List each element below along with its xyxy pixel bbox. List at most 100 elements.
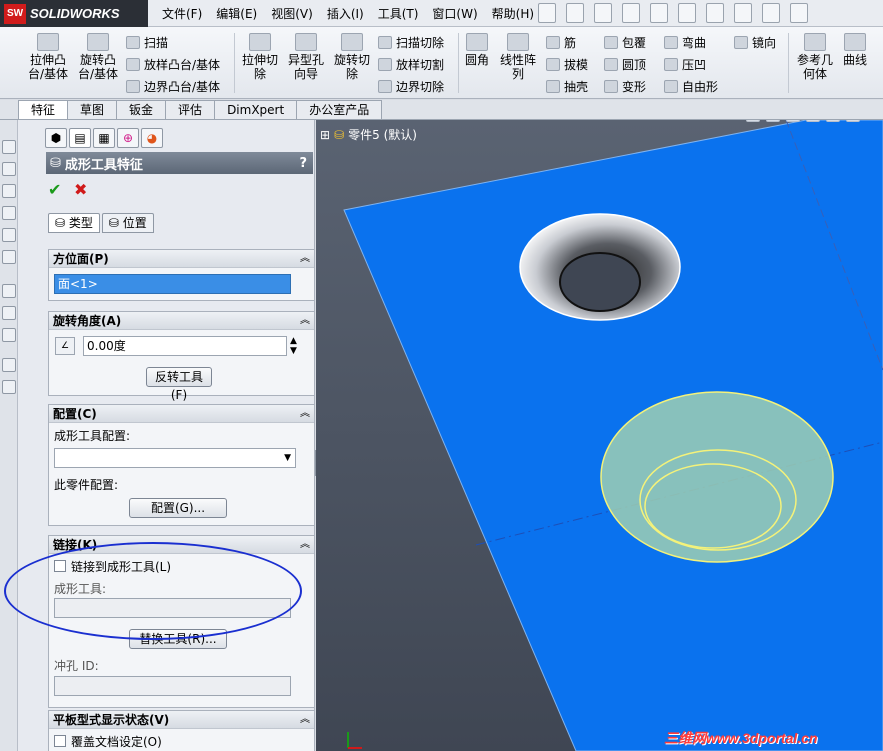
collapse-icon[interactable]: ︽ — [300, 711, 310, 729]
freeform-button[interactable]: 自由形 — [664, 78, 718, 95]
tab-evaluate[interactable]: 评估 — [165, 100, 216, 119]
menu-help[interactable]: 帮助(H) — [485, 5, 541, 22]
menu-tools[interactable]: 工具(T) — [371, 5, 426, 22]
menu-insert[interactable]: 插入(I) — [320, 5, 371, 22]
configure-button[interactable]: 配置(G)... — [129, 498, 227, 518]
graphics-viewport[interactable]: ⊞ ⛁ 零件5 (默认) — [316, 120, 883, 751]
configuration-tab-icon[interactable]: ▦ — [93, 128, 115, 148]
link-to-tool-checkbox[interactable] — [54, 560, 66, 572]
draft-button[interactable]: 拔模 — [546, 56, 588, 73]
loft-cut-button[interactable]: 放样切割 — [378, 56, 444, 73]
ok-button[interactable]: ✔ — [48, 180, 61, 199]
front-view-icon[interactable] — [2, 162, 16, 176]
pin-icon[interactable] — [538, 3, 556, 23]
override-settings-checkbox[interactable] — [54, 735, 66, 747]
sweep-cut-button[interactable]: 扫描切除 — [378, 34, 444, 51]
extrude-boss-button[interactable]: 拉伸凸 台/基体 — [26, 33, 70, 81]
linear-pattern-button[interactable]: 线性阵 列 — [498, 33, 538, 81]
options-icon[interactable] — [790, 3, 808, 23]
tab-office-products[interactable]: 办公室产品 — [296, 100, 383, 119]
collapse-icon[interactable]: ︽ — [300, 312, 310, 330]
save-icon[interactable] — [622, 3, 640, 23]
copy-icon[interactable] — [2, 380, 16, 394]
zoom-area-icon[interactable] — [766, 120, 780, 122]
boundary-boss-button[interactable]: 边界凸台/基体 — [126, 78, 220, 95]
group-header[interactable]: 方位面(P) ︽ — [49, 250, 314, 268]
print-icon[interactable] — [650, 3, 668, 23]
boundary-cut-button[interactable]: 边界切除 — [378, 78, 444, 95]
open-icon[interactable] — [594, 3, 612, 23]
flip-tool-button[interactable]: 反转工具(F) — [146, 367, 212, 402]
rotation-angle-input[interactable]: 0.00度 — [83, 336, 287, 356]
undo-icon[interactable] — [678, 3, 696, 23]
shell-button[interactable]: 抽壳 — [546, 78, 588, 95]
menu-window[interactable]: 窗口(W) — [425, 5, 484, 22]
rib-label: 筋 — [564, 36, 577, 50]
collapse-icon[interactable]: ︽ — [300, 405, 310, 423]
rib-button[interactable]: 筋 — [546, 34, 576, 51]
cancel-button[interactable]: ✖ — [74, 180, 87, 199]
select-icon[interactable] — [706, 3, 724, 23]
layer-icon[interactable] — [2, 358, 16, 372]
iso-view-icon[interactable] — [2, 228, 16, 242]
right-view-icon[interactable] — [2, 206, 16, 220]
group-header[interactable]: 链接(K) ︽ — [49, 536, 314, 554]
smart-dimension-icon[interactable] — [2, 306, 16, 320]
fillet-button[interactable]: 圆角 — [462, 33, 492, 67]
tab-features[interactable]: 特征 — [18, 100, 69, 119]
view-cube-icon[interactable] — [2, 140, 16, 154]
feature-tree-tab-icon[interactable]: ⬢ — [45, 128, 67, 148]
view-orientation-icon[interactable] — [826, 120, 840, 122]
file-properties-icon[interactable] — [762, 3, 780, 23]
tool-config-select[interactable]: ▼ — [54, 448, 296, 468]
angle-spinner[interactable]: ▲ ▼ — [290, 336, 297, 356]
sweep-button[interactable]: 扫描 — [126, 34, 168, 51]
property-manager-tab-icon[interactable]: ▤ — [69, 128, 91, 148]
display-manager-tab-icon[interactable]: ◕ — [141, 128, 163, 148]
group-header[interactable]: 配置(C) ︽ — [49, 405, 314, 423]
dome-button[interactable]: 圆顶 — [604, 56, 646, 73]
new-document-icon[interactable] — [566, 3, 584, 23]
mirror-button[interactable]: 镜向 — [734, 34, 776, 51]
curves-button[interactable]: 曲线 — [840, 33, 870, 67]
display-style-icon[interactable] — [846, 120, 860, 122]
tab-dimxpert[interactable]: DimXpert — [214, 100, 298, 119]
reference-geometry-button[interactable]: 参考几 何体 — [794, 33, 836, 81]
menu-edit[interactable]: 编辑(E) — [209, 5, 264, 22]
wrap-button[interactable]: 包覆 — [604, 34, 646, 51]
expand-icon[interactable]: ⊞ — [320, 128, 330, 142]
menu-view[interactable]: 视图(V) — [264, 5, 320, 22]
tab-type[interactable]: ⛁ 类型 — [48, 213, 100, 233]
tab-sketch[interactable]: 草图 — [67, 100, 118, 119]
group-header[interactable]: 旋转角度(A) ︽ — [49, 312, 314, 330]
extrude-cut-button[interactable]: 拉伸切 除 — [240, 33, 280, 81]
orientation-face-selection[interactable]: 面<1> — [54, 274, 291, 294]
configuration-group: 配置(C) ︽ 成形工具配置: ▼ 此零件配置: 配置(G)... — [48, 404, 315, 526]
tab-position[interactable]: ⛁ 位置 — [101, 213, 154, 233]
collapse-icon[interactable]: ︽ — [300, 250, 310, 268]
dimetric-view-icon[interactable] — [2, 250, 16, 264]
help-button[interactable]: ? — [299, 156, 307, 171]
feature-tree-root[interactable]: ⊞ ⛁ 零件5 (默认) — [320, 126, 417, 143]
loft-boss-button[interactable]: 放样凸台/基体 — [126, 56, 220, 73]
ribbon-divider — [458, 33, 459, 93]
collapse-icon[interactable]: ︽ — [300, 536, 310, 554]
relations-icon[interactable] — [2, 328, 16, 342]
indent-button[interactable]: 压凹 — [664, 56, 706, 73]
rebuild-icon[interactable] — [734, 3, 752, 23]
group-header[interactable]: 平板型式显示状态(V) ︽ — [49, 711, 314, 729]
menu-file[interactable]: 文件(F) — [155, 5, 209, 22]
zoom-to-fit-icon[interactable] — [746, 120, 760, 122]
replace-tool-button[interactable]: 替换工具(R)... — [129, 629, 227, 649]
dimxpert-tab-icon[interactable]: ⊕ — [117, 128, 139, 148]
flex-button[interactable]: 弯曲 — [664, 34, 706, 51]
hole-wizard-button[interactable]: 异型孔 向导 — [286, 33, 326, 81]
deform-button[interactable]: 变形 — [604, 78, 646, 95]
section-view-icon[interactable] — [806, 120, 820, 122]
tab-sheet-metal[interactable]: 钣金 — [116, 100, 167, 119]
sketch-icon[interactable] — [2, 284, 16, 298]
revolve-cut-button[interactable]: 旋转切 除 — [332, 33, 372, 81]
previous-view-icon[interactable] — [786, 120, 800, 122]
top-view-icon[interactable] — [2, 184, 16, 198]
revolve-boss-button[interactable]: 旋转凸 台/基体 — [76, 33, 120, 81]
